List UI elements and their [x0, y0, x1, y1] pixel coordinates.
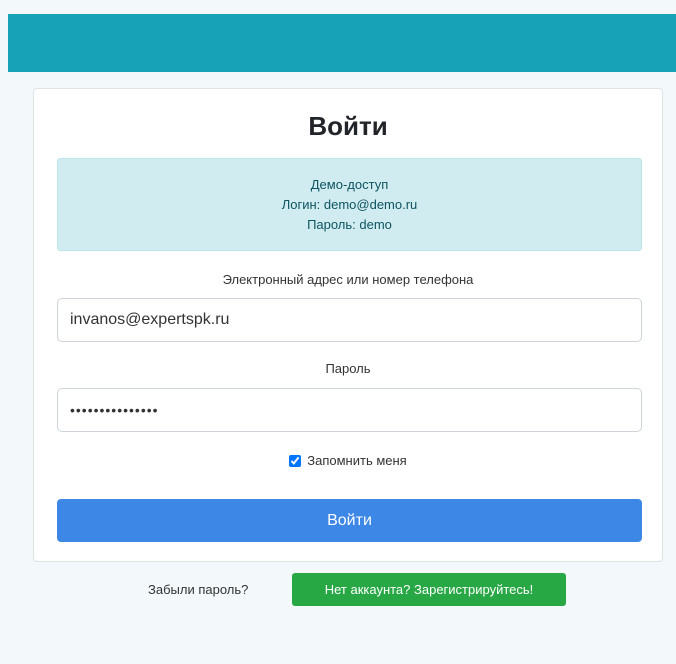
remember-me-checkbox[interactable]: [289, 454, 302, 467]
remember-me-label: Запомнить меня: [307, 453, 407, 468]
login-card: Войти Демо-доступ Логин: demo@demo.ru Па…: [33, 88, 663, 562]
email-field[interactable]: [57, 298, 642, 342]
password-field[interactable]: [57, 388, 642, 432]
demo-password-line: Пароль: demo: [307, 217, 392, 232]
footer-links: Забыли пароль? Нет аккаунта? Зарегистрир…: [0, 573, 676, 607]
login-button[interactable]: Войти: [57, 499, 642, 542]
top-header-bar: [8, 14, 676, 72]
email-label: Электронный адрес или номер телефона: [222, 272, 474, 287]
page-title: Войти: [308, 111, 388, 141]
forgot-password-link[interactable]: Забыли пароль?: [148, 582, 248, 597]
demo-access-notice: Демо-доступ Логин: demo@demo.ru Пароль: …: [57, 158, 642, 251]
demo-heading: Демо-доступ: [310, 177, 389, 192]
remember-me: Запомнить меня: [34, 453, 662, 468]
demo-login-line: Логин: demo@demo.ru: [281, 197, 418, 212]
password-label: Пароль: [325, 361, 371, 376]
register-button[interactable]: Нет аккаунта? Зарегистрируйтесь!: [292, 573, 566, 606]
